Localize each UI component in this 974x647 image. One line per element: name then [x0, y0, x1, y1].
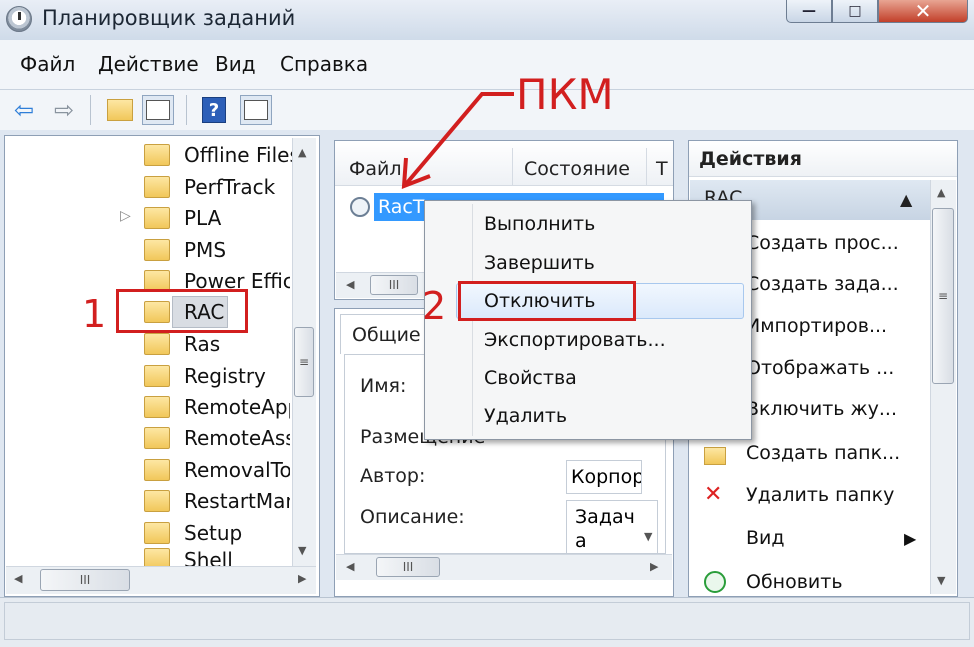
status-bar-panel: [4, 602, 970, 640]
folder-icon: [144, 176, 170, 198]
task-list-hscroll-thumb[interactable]: III: [370, 275, 418, 295]
folder-icon: [144, 522, 170, 544]
column-trigger[interactable]: Т: [656, 158, 668, 180]
actions-title: Действия: [699, 148, 802, 170]
scroll-up-icon[interactable]: ▲: [298, 146, 306, 159]
folder-icon: [144, 427, 170, 449]
menu-view[interactable]: Вид: [215, 52, 256, 76]
action-new-folder[interactable]: Создать папк...: [746, 442, 900, 464]
help-icon[interactable]: ?: [198, 95, 230, 125]
tree-item[interactable]: Offline Files: [144, 140, 300, 170]
new-folder-icon: [704, 447, 726, 465]
field-description-label: Описание:: [360, 506, 465, 528]
annotation-number-1: 1: [82, 292, 107, 336]
task-scheduler-clock-icon: [6, 6, 32, 32]
folder-icon: [144, 459, 170, 481]
window-title: Планировщик заданий: [42, 6, 296, 30]
delete-x-icon: ✕: [704, 482, 723, 507]
field-author-label: Автор:: [360, 465, 426, 487]
column-state[interactable]: Состояние: [524, 158, 630, 180]
scroll-down-icon[interactable]: ▼: [644, 530, 652, 543]
field-author-value-box[interactable]: Корпор: [566, 460, 642, 494]
maximize-button[interactable]: □: [832, 0, 878, 23]
action-view[interactable]: Вид: [746, 527, 785, 549]
column-divider: [646, 148, 647, 186]
scroll-down-icon[interactable]: ▼: [937, 574, 945, 587]
folder-icon: [144, 365, 170, 387]
tree-hscroll-thumb[interactable]: III: [40, 569, 130, 591]
field-name-label: Имя:: [360, 375, 407, 397]
context-properties[interactable]: Свойства: [484, 367, 577, 389]
scroll-up-icon[interactable]: ▲: [937, 186, 945, 199]
details-hscroll-thumb[interactable]: III: [376, 557, 440, 577]
menu-action[interactable]: Действие: [98, 52, 199, 76]
toolbar-separator: [186, 95, 187, 125]
tree-item[interactable]: Setup: [144, 518, 242, 548]
expand-arrow-icon[interactable]: ▷: [120, 208, 131, 224]
action-refresh[interactable]: Обновить: [746, 571, 843, 593]
minimize-button[interactable]: —: [786, 0, 832, 23]
tab-general-label: Общие: [352, 324, 421, 346]
folder-icon: [144, 548, 170, 566]
action-pane-icon[interactable]: [240, 95, 272, 125]
scroll-down-icon[interactable]: ▼: [298, 544, 306, 557]
forward-arrow-icon[interactable]: ⇨: [48, 95, 80, 125]
action-display-running[interactable]: Отображать ...: [746, 357, 894, 379]
context-delete[interactable]: Удалить: [484, 405, 567, 427]
scroll-right-icon[interactable]: ▶: [650, 560, 658, 573]
actions-scroll-thumb[interactable]: ≡: [932, 208, 954, 384]
action-create-task[interactable]: Создать зада...: [746, 273, 899, 295]
submenu-arrow-icon: ▶: [904, 529, 917, 548]
tree-item[interactable]: Ras: [144, 329, 220, 359]
annotation-pkm: ПКМ: [516, 70, 614, 119]
annotation-box-rac: [116, 289, 248, 333]
folder-icon: [144, 144, 170, 166]
refresh-icon: [704, 571, 726, 593]
context-export[interactable]: Экспортировать...: [484, 329, 666, 351]
tree-item[interactable]: RestartMan: [144, 486, 290, 516]
up-folder-icon[interactable]: [104, 95, 136, 125]
tree-item[interactable]: Registry: [144, 361, 266, 391]
folder-icon: [144, 490, 170, 512]
scroll-right-icon[interactable]: ▶: [298, 572, 306, 585]
menu-file[interactable]: Файл: [20, 52, 75, 76]
task-clock-icon: [350, 197, 370, 217]
context-run[interactable]: Выполнить: [484, 213, 595, 235]
folder-icon: [144, 207, 170, 229]
action-enable-history[interactable]: Включить жу...: [746, 398, 897, 420]
tree-item[interactable]: PerfTrack: [144, 172, 275, 202]
field-description-value-box[interactable]: Задача данны: [566, 500, 658, 554]
folder-icon: [144, 239, 170, 261]
scroll-left-icon[interactable]: ◀: [346, 560, 354, 573]
action-create-basic-task[interactable]: Создать прос...: [746, 232, 899, 254]
folder-icon: [144, 333, 170, 355]
toolbar-separator: [90, 95, 91, 125]
tree-scroll-thumb[interactable]: ≡: [294, 327, 314, 397]
action-import[interactable]: Импортиров...: [746, 315, 887, 337]
scroll-left-icon[interactable]: ◀: [346, 278, 354, 291]
scroll-left-icon[interactable]: ◀: [14, 572, 22, 585]
annotation-box-disable: [458, 281, 636, 321]
tree-item[interactable]: RemovalTo: [144, 455, 290, 485]
tree-item[interactable]: PMS: [144, 235, 226, 265]
menu-help[interactable]: Справка: [280, 52, 368, 76]
context-end[interactable]: Завершить: [484, 252, 595, 274]
back-arrow-icon[interactable]: ⇦: [8, 95, 40, 125]
tree-item[interactable]: PLA: [144, 203, 221, 233]
close-button[interactable]: ✕: [878, 0, 968, 23]
action-delete-folder[interactable]: Удалить папку: [746, 484, 894, 506]
tree-item[interactable]: RemoteApp: [144, 392, 290, 422]
console-tree-icon[interactable]: [142, 95, 174, 125]
collapse-arrow-icon[interactable]: ▲: [900, 190, 912, 209]
annotation-arrow: [401, 92, 514, 189]
tree-item[interactable]: Shell: [144, 548, 233, 566]
annotation-number-2: 2: [422, 284, 447, 328]
folder-icon: [144, 396, 170, 418]
tree-item[interactable]: RemoteAssi: [144, 423, 290, 453]
